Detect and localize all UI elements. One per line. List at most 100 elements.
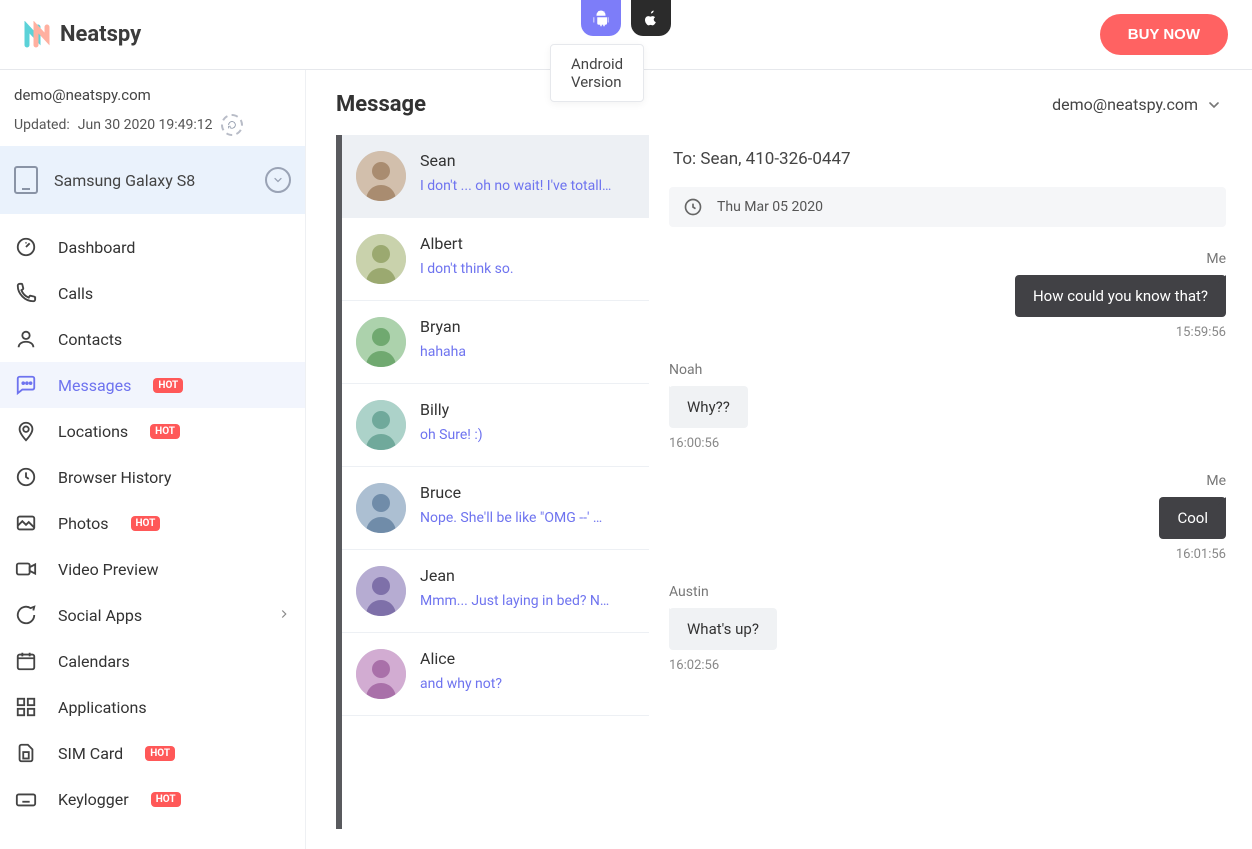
- chevron-down-icon: [1206, 97, 1222, 113]
- menu-label: Calls: [58, 284, 93, 303]
- menu-label: Dashboard: [58, 238, 135, 257]
- date-label: Thu Mar 05 2020: [717, 199, 823, 215]
- message-time: 16:00:56: [669, 436, 1226, 451]
- menu-icon: [14, 604, 38, 626]
- sidebar-item-keylogger[interactable]: KeyloggerHOT: [0, 776, 305, 822]
- conversation-preview: Mmm... Just laying in bed? N…: [420, 593, 609, 609]
- conversation-item[interactable]: SeanI don't ... oh no wait! I've totall…: [342, 135, 649, 218]
- message-row: What's up?: [669, 608, 1226, 650]
- sidebar-item-calls[interactable]: Calls: [0, 270, 305, 316]
- message-sender: Noah: [669, 362, 1226, 378]
- conversation-item[interactable]: Albert I don't think so.: [342, 218, 649, 301]
- menu-label: SIM Card: [58, 744, 123, 763]
- sidebar-menu: DashboardCallsContactsMessagesHOTLocatio…: [0, 214, 305, 849]
- message-time: 16:02:56: [669, 658, 1226, 673]
- logo-icon: [24, 21, 52, 49]
- clock-icon: [683, 197, 703, 217]
- menu-label: Calendars: [58, 652, 130, 671]
- account-updated: Updated: Jun 30 2020 19:49:12: [14, 114, 291, 136]
- menu-icon: [14, 696, 38, 718]
- page-header: Message demo@neatspy.com: [306, 70, 1252, 135]
- conversation-text: JeanMmm... Just laying in bed? N…: [420, 566, 609, 616]
- sidebar-item-calendars[interactable]: Calendars: [0, 638, 305, 684]
- conversation-item[interactable]: JeanMmm... Just laying in bed? N…: [342, 550, 649, 633]
- sidebar-item-locations[interactable]: Locations HOT: [0, 408, 305, 454]
- sidebar: demo@neatspy.com Updated: Jun 30 2020 19…: [0, 70, 306, 849]
- menu-icon: [14, 282, 38, 304]
- menu-label: Browser History: [58, 468, 171, 487]
- page-user-menu[interactable]: demo@neatspy.com: [1052, 95, 1222, 114]
- avatar: [356, 566, 406, 616]
- device-selector[interactable]: Samsung Galaxy S8: [0, 146, 305, 214]
- chevron-down-icon: [265, 167, 291, 193]
- phone-icon: [14, 166, 38, 194]
- page-title: Message: [336, 92, 426, 117]
- apple-pill[interactable]: [631, 0, 671, 36]
- menu-label: Locations: [58, 422, 128, 441]
- apple-icon: [643, 9, 659, 27]
- sidebar-item-browser-history[interactable]: Browser History: [0, 454, 305, 500]
- hot-badge: HOT: [151, 792, 181, 807]
- conversation-item[interactable]: Bryan hahaha: [342, 301, 649, 384]
- sidebar-item-photos[interactable]: Photos HOT: [0, 500, 305, 546]
- thread-recipient: To: Sean, 410-326-0447: [669, 135, 1226, 187]
- menu-label: Photos: [58, 514, 109, 533]
- message-block: MeCool16:01:56: [669, 473, 1226, 562]
- refresh-icon[interactable]: [221, 114, 243, 136]
- menu-icon: [14, 788, 38, 810]
- message-row: How could you know that?: [669, 275, 1226, 317]
- conversation-text: Aliceand why not?: [420, 649, 502, 699]
- sidebar-item-sim-card[interactable]: SIM CardHOT: [0, 730, 305, 776]
- menu-label: Messages: [58, 376, 131, 395]
- hot-badge: HOT: [150, 424, 180, 439]
- sidebar-item-messages[interactable]: Messages HOT: [0, 362, 305, 408]
- conversation-preview: and why not?: [420, 676, 502, 692]
- sidebar-item-video-preview[interactable]: Video Preview: [0, 546, 305, 592]
- conversation-preview: I don't think so.: [420, 261, 514, 277]
- android-icon: [592, 9, 610, 27]
- menu-icon: [14, 328, 38, 350]
- menu-icon: [14, 558, 38, 580]
- sidebar-item-social-apps[interactable]: Social Apps: [0, 592, 305, 638]
- avatar: [356, 317, 406, 367]
- menu-icon: [14, 466, 38, 488]
- conversation-item[interactable]: Aliceand why not?: [342, 633, 649, 716]
- menu-icon: [14, 374, 38, 396]
- thread-scroll[interactable]: To: Sean, 410-326-0447Thu Mar 05 2020MeH…: [669, 135, 1232, 829]
- conversation-name: Albert: [420, 234, 514, 253]
- conversation-preview: oh Sure! :): [420, 427, 483, 443]
- conversation-text: BruceNope. She'll be like "OMG --' …: [420, 483, 602, 533]
- conversation-scroll[interactable]: SeanI don't ... oh no wait! I've totall……: [336, 135, 649, 829]
- hot-badge: HOT: [131, 516, 161, 531]
- updated-time: Jun 30 2020 19:49:12: [78, 117, 213, 133]
- menu-icon: [14, 420, 38, 442]
- buy-now-button[interactable]: BUY NOW: [1100, 14, 1228, 55]
- message-bubble: Cool: [1159, 497, 1226, 539]
- message-bubble: What's up?: [669, 608, 777, 650]
- brand-logo: Neatspy: [24, 21, 141, 49]
- content: SeanI don't ... oh no wait! I've totall……: [306, 135, 1252, 849]
- conversation-item[interactable]: BruceNope. She'll be like "OMG --' …: [342, 467, 649, 550]
- conversation-text: Bryan hahaha: [420, 317, 466, 367]
- android-pill[interactable]: [581, 0, 621, 36]
- conversation-preview: hahaha: [420, 344, 466, 360]
- conversation-text: Billyoh Sure! :): [420, 400, 483, 450]
- conversation-text: SeanI don't ... oh no wait! I've totall…: [420, 151, 611, 201]
- sidebar-item-dashboard[interactable]: Dashboard: [0, 224, 305, 270]
- conversation-name: Bryan: [420, 317, 466, 336]
- hot-badge: HOT: [153, 378, 183, 393]
- avatar: [356, 483, 406, 533]
- conversation-name: Sean: [420, 151, 611, 170]
- conversation-item[interactable]: Billyoh Sure! :): [342, 384, 649, 467]
- date-separator: Thu Mar 05 2020: [669, 187, 1226, 227]
- avatar: [356, 649, 406, 699]
- sidebar-item-contacts[interactable]: Contacts: [0, 316, 305, 362]
- menu-icon: [14, 650, 38, 672]
- brand-name: Neatspy: [60, 22, 141, 47]
- thread-panel: To: Sean, 410-326-0447Thu Mar 05 2020MeH…: [669, 135, 1232, 829]
- sidebar-item-applications[interactable]: Applications: [0, 684, 305, 730]
- account-info: demo@neatspy.com Updated: Jun 30 2020 19…: [0, 70, 305, 146]
- menu-label: Video Preview: [58, 560, 159, 579]
- android-tooltip: Android Version: [550, 44, 644, 102]
- menu-icon: [14, 236, 38, 258]
